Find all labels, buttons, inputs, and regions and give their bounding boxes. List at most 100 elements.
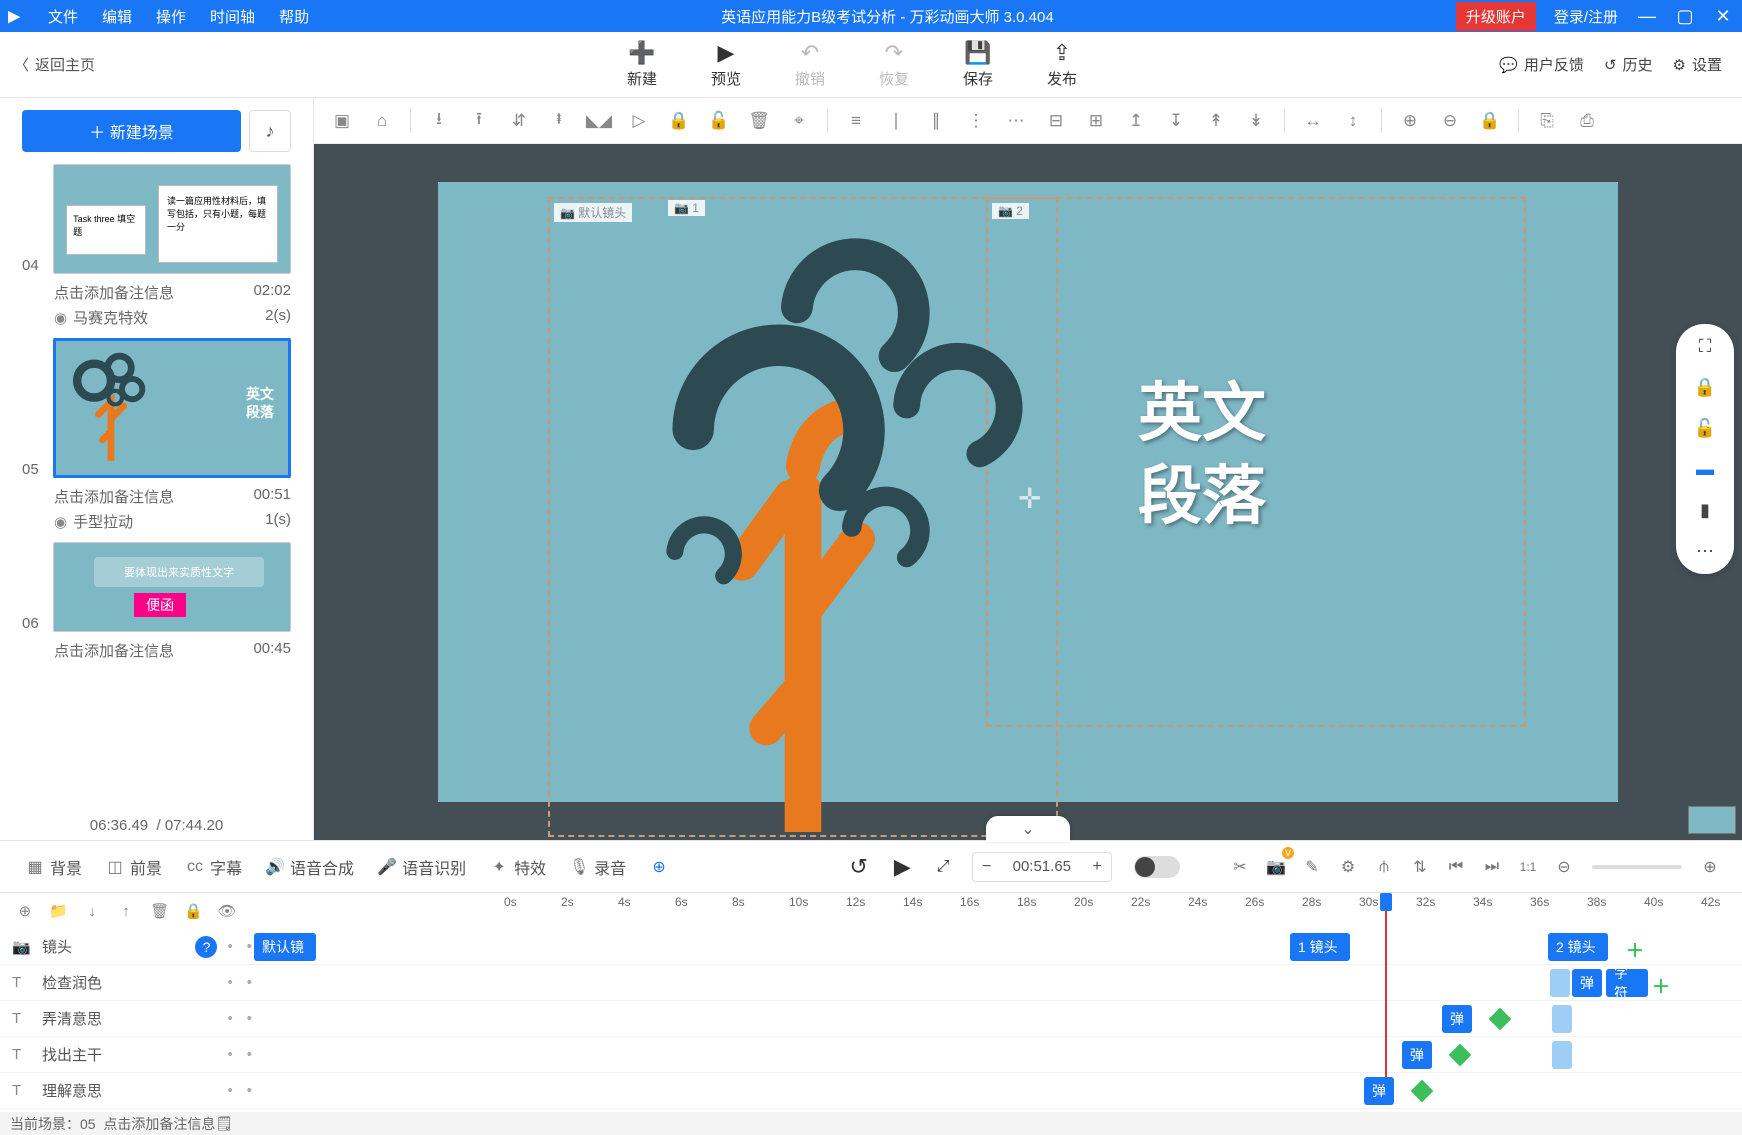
play-button[interactable]: ▶ xyxy=(894,854,911,880)
camera-clip-default[interactable]: 默认镜 xyxy=(254,933,316,961)
transition-name[interactable]: 手型拉动 xyxy=(73,514,133,531)
scene-thumbnail[interactable]: Task three 填空题 读一篇应用性材料后，填写包括，只有小题，每题一分 xyxy=(53,164,291,274)
window-maximize-button[interactable]: ▢ xyxy=(1666,0,1704,32)
more-button[interactable]: ⊕ xyxy=(642,858,676,876)
tree-graphic[interactable] xyxy=(548,222,1058,832)
track-text-4[interactable]: T理解意思•• 弹 xyxy=(0,1073,1742,1109)
spacing2-icon[interactable]: ⊞ xyxy=(1078,103,1114,139)
back-home-button[interactable]: 〈 返回主页 xyxy=(0,54,110,75)
scene-item-05[interactable]: 05 英文段落 点击添加备注信息00:51 ◉手型拉动1(s) xyxy=(22,338,291,532)
distribute-h-icon[interactable]: ⋮ xyxy=(958,103,994,139)
window-minimize-button[interactable]: — xyxy=(1628,0,1666,32)
crop-icon[interactable]: ✂ xyxy=(1226,853,1254,881)
unlock-icon[interactable]: 🔓 xyxy=(1694,418,1716,439)
distribute-v-icon[interactable]: ⋯ xyxy=(998,103,1034,139)
folder-icon[interactable]: 📁 xyxy=(48,902,70,920)
scene-thumbnail[interactable]: 英文段落 xyxy=(53,338,291,478)
track-text-1[interactable]: T检查润色•• 弹 字符 ＋ xyxy=(0,965,1742,1001)
home-icon[interactable]: ⌂ xyxy=(364,103,400,139)
menu-timeline[interactable]: 时间轴 xyxy=(200,6,265,27)
login-button[interactable]: 登录/注册 xyxy=(1544,6,1628,27)
lock-icon[interactable]: 🔒 xyxy=(1694,377,1716,398)
canvas-stage[interactable]: 📷 默认镜头 📷 2 📷 1 英文 段落 xyxy=(438,182,1618,802)
background-button[interactable]: ▦背景 xyxy=(18,855,90,879)
expand-button[interactable]: ⤢ xyxy=(937,858,950,876)
time-minus-button[interactable]: − xyxy=(973,853,1001,881)
settings-button[interactable]: ⚙设置 xyxy=(1673,54,1722,75)
sort-icon[interactable]: ⇅ xyxy=(1406,853,1434,881)
time-plus-button[interactable]: + xyxy=(1083,853,1111,881)
zoom-out-icon[interactable]: ⊖ xyxy=(1432,103,1468,139)
align-hcenter-icon[interactable]: ∣ xyxy=(878,103,914,139)
background-music-button[interactable]: ♪ xyxy=(249,110,291,152)
copy-icon[interactable]: ⎘ xyxy=(1529,103,1565,139)
window-close-button[interactable]: ✕ xyxy=(1704,0,1742,32)
more-icon[interactable]: ⋯ xyxy=(1696,541,1714,562)
foreground-button[interactable]: ◫前景 xyxy=(98,855,170,879)
history-button[interactable]: ↺历史 xyxy=(1604,54,1653,75)
keyframe-icon[interactable] xyxy=(1411,1080,1434,1103)
zoom-ratio[interactable]: 1:1 xyxy=(1514,853,1542,881)
track-text-2[interactable]: T弄清意思•• 弹 xyxy=(0,1001,1742,1037)
upgrade-account-button[interactable]: 升级账户 xyxy=(1456,2,1536,31)
effect-clip[interactable]: 弹 xyxy=(1442,1005,1472,1033)
paste-icon[interactable]: ⎙ xyxy=(1569,103,1605,139)
add-keyframe-icon[interactable]: ＋ xyxy=(1652,973,1672,993)
preview-button[interactable]: ▶预览 xyxy=(684,40,768,89)
menu-file[interactable]: 文件 xyxy=(38,6,88,27)
fullscreen-icon[interactable]: ⛶ xyxy=(1699,336,1712,357)
mobile-icon[interactable]: ▮ xyxy=(1700,500,1710,521)
menu-help[interactable]: 帮助 xyxy=(269,6,319,27)
add-keyframe-icon[interactable]: ＋ xyxy=(1626,937,1646,957)
zoom-in-icon[interactable]: ⊕ xyxy=(1696,853,1724,881)
zoom-slider[interactable] xyxy=(1592,865,1682,869)
keyframe-icon[interactable] xyxy=(1489,1008,1512,1031)
publish-button[interactable]: ⇪发布 xyxy=(1020,40,1104,89)
snap-toggle[interactable] xyxy=(1134,856,1180,878)
menu-edit[interactable]: 编辑 xyxy=(92,6,142,27)
bring-front-icon[interactable]: ↥ xyxy=(1118,103,1154,139)
camera-clip-1[interactable]: 1 镜头 xyxy=(1290,933,1350,961)
lock-icon[interactable]: 🔒 xyxy=(183,902,205,920)
save-button[interactable]: 💾保存 xyxy=(936,40,1020,89)
add-track-icon[interactable]: ⊕ xyxy=(14,902,36,920)
scene-note[interactable]: 点击添加备注信息 xyxy=(54,486,174,507)
panel-toggle-button[interactable]: ⌄ xyxy=(986,816,1070,842)
filter-icon[interactable]: ⫛ xyxy=(1370,853,1398,881)
scene-note[interactable]: 点击添加备注信息 xyxy=(54,640,174,661)
gap-h-icon[interactable]: ↔ xyxy=(1295,103,1331,139)
settings2-icon[interactable]: ⚙ xyxy=(1334,853,1362,881)
delete-icon[interactable]: 🗑 xyxy=(149,902,171,920)
new-scene-button[interactable]: ＋ 新建场景 xyxy=(22,110,241,152)
record-button[interactable]: 🎙录音 xyxy=(562,855,634,879)
focus-icon[interactable]: ⌖ xyxy=(781,103,817,139)
forward-icon[interactable]: ↟ xyxy=(1198,103,1234,139)
spacing-icon[interactable]: ⊟ xyxy=(1038,103,1074,139)
track-text-3[interactable]: T找出主干•• 弹 xyxy=(0,1037,1742,1073)
subtitle-button[interactable]: cc字幕 xyxy=(178,855,250,879)
send-back-icon[interactable]: ↧ xyxy=(1158,103,1194,139)
minimap[interactable] xyxy=(1688,806,1736,834)
playhead[interactable] xyxy=(1380,893,1392,911)
zoom-out-icon[interactable]: ⊖ xyxy=(1550,853,1578,881)
unlock-icon[interactable]: 🔓 xyxy=(701,103,737,139)
align-canvas-icon[interactable]: ▣ xyxy=(324,103,360,139)
menu-action[interactable]: 操作 xyxy=(146,6,196,27)
scene-item-06[interactable]: 06 要体现出来实质性文字 便函 点击添加备注信息00:45 xyxy=(22,542,291,661)
align-vcenter-icon[interactable]: ⇵ xyxy=(501,103,537,139)
new-button[interactable]: ➕新建 xyxy=(600,40,684,89)
delete-icon[interactable]: 🗑 xyxy=(741,103,777,139)
fx-button[interactable]: ✦特效 xyxy=(482,855,554,879)
asr-button[interactable]: 🎤语音识别 xyxy=(370,855,474,879)
feedback-button[interactable]: 💬用户反馈 xyxy=(1499,54,1584,75)
camera-clip-2[interactable]: 2 镜头 xyxy=(1548,933,1608,961)
lock-icon[interactable]: 🔒 xyxy=(661,103,697,139)
scene-thumbnail[interactable]: 要体现出来实质性文字 便函 xyxy=(53,542,291,632)
up-icon[interactable]: ↑ xyxy=(115,903,137,920)
effect-clip[interactable]: 弹 xyxy=(1402,1041,1432,1069)
edit-icon[interactable]: ✎ xyxy=(1298,853,1326,881)
align-right-icon[interactable]: ∥ xyxy=(918,103,954,139)
lock-view-icon[interactable]: 🔒 xyxy=(1472,103,1508,139)
backward-icon[interactable]: ↡ xyxy=(1238,103,1274,139)
canvas-text[interactable]: 英文 段落 xyxy=(1138,372,1266,538)
